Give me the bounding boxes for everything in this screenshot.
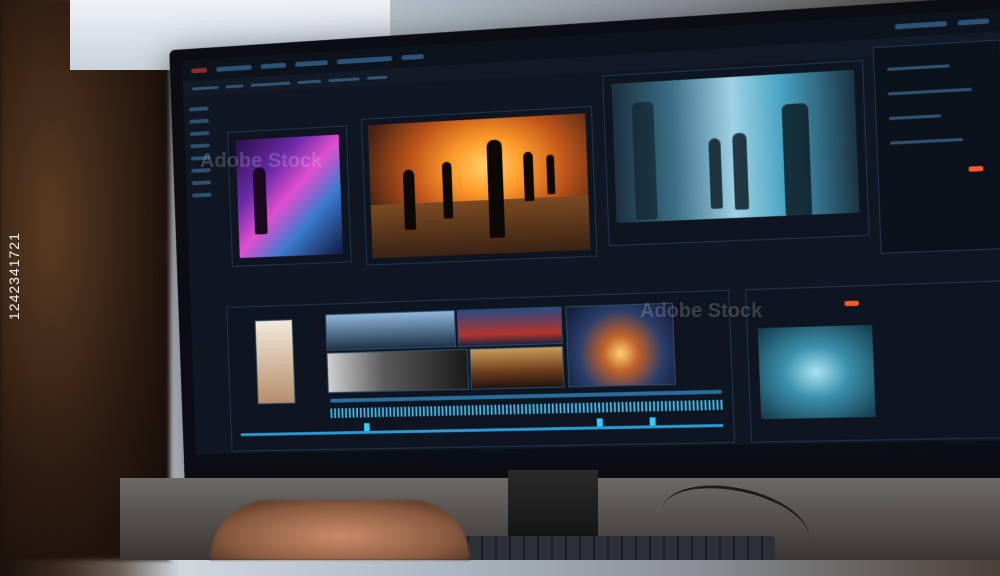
blue-crowd-frame xyxy=(611,69,860,223)
stock-watermark: Adobe Stock xyxy=(200,150,323,172)
audio-waveform[interactable] xyxy=(330,399,723,419)
scope-line xyxy=(888,114,942,121)
timeline-clip[interactable] xyxy=(456,306,563,348)
blue-preview-thumbnail xyxy=(757,324,876,420)
reference-monitor[interactable] xyxy=(602,60,870,247)
program-monitor[interactable] xyxy=(361,105,598,266)
timeline-marker[interactable] xyxy=(596,418,603,427)
time-ruler[interactable] xyxy=(240,423,724,437)
crowd-figure xyxy=(732,132,750,210)
tool-button[interactable] xyxy=(191,85,219,90)
scope-line xyxy=(887,64,950,71)
tool-icon[interactable] xyxy=(191,180,212,186)
crowd-figure xyxy=(781,102,813,216)
scope-line xyxy=(889,137,964,145)
tool-icon[interactable] xyxy=(189,118,210,124)
fire-street-frame xyxy=(367,113,591,259)
blurred-foreground-person xyxy=(0,0,170,560)
timeline-clip[interactable] xyxy=(326,348,470,394)
crowd-figure xyxy=(708,138,724,209)
image-id-watermark: 1242341721 xyxy=(6,232,22,320)
silhouette-figure xyxy=(402,169,417,231)
secondary-viewer[interactable] xyxy=(745,280,1000,443)
scope-line xyxy=(887,87,972,96)
tool-button[interactable] xyxy=(328,76,360,82)
tool-button[interactable] xyxy=(297,79,322,84)
tool-icon[interactable] xyxy=(190,143,210,149)
keyboard[interactable] xyxy=(455,536,775,560)
monitor-stand xyxy=(508,470,598,540)
crowd-figure xyxy=(631,101,658,221)
hand xyxy=(210,500,470,560)
menu-item[interactable] xyxy=(294,59,328,67)
menu-item[interactable] xyxy=(260,62,287,69)
menu-item[interactable] xyxy=(215,64,252,72)
menu-item[interactable] xyxy=(401,53,424,60)
record-indicator xyxy=(191,67,208,73)
silhouette-figure xyxy=(486,139,506,239)
menu-item[interactable] xyxy=(336,55,393,64)
timeline-clip[interactable] xyxy=(469,345,565,390)
silhouette-figure xyxy=(523,151,535,202)
alert-marker xyxy=(968,165,984,172)
timeline-clip[interactable] xyxy=(325,309,457,351)
stock-watermark: Adobe Stock xyxy=(640,300,763,322)
scopes-panel xyxy=(872,39,1000,254)
silhouette-figure xyxy=(546,154,556,195)
timeline-clip[interactable] xyxy=(254,319,296,405)
silhouette-figure xyxy=(441,161,454,219)
tool-button[interactable] xyxy=(250,81,291,87)
tool-icon[interactable] xyxy=(189,131,210,137)
tool-button[interactable] xyxy=(366,75,388,80)
computer-monitor xyxy=(169,0,1000,495)
tool-icon[interactable] xyxy=(192,192,212,198)
timeline-marker[interactable] xyxy=(649,417,656,426)
video-editor-screen xyxy=(181,8,1000,466)
tool-icon[interactable] xyxy=(188,106,209,112)
left-tool-panel xyxy=(188,100,229,335)
record-dot xyxy=(844,300,859,307)
menu-item[interactable] xyxy=(957,17,990,25)
playhead-marker[interactable] xyxy=(363,423,370,431)
tool-button[interactable] xyxy=(225,83,244,88)
source-clip-preview[interactable] xyxy=(227,125,352,267)
menu-item[interactable] xyxy=(894,20,948,29)
